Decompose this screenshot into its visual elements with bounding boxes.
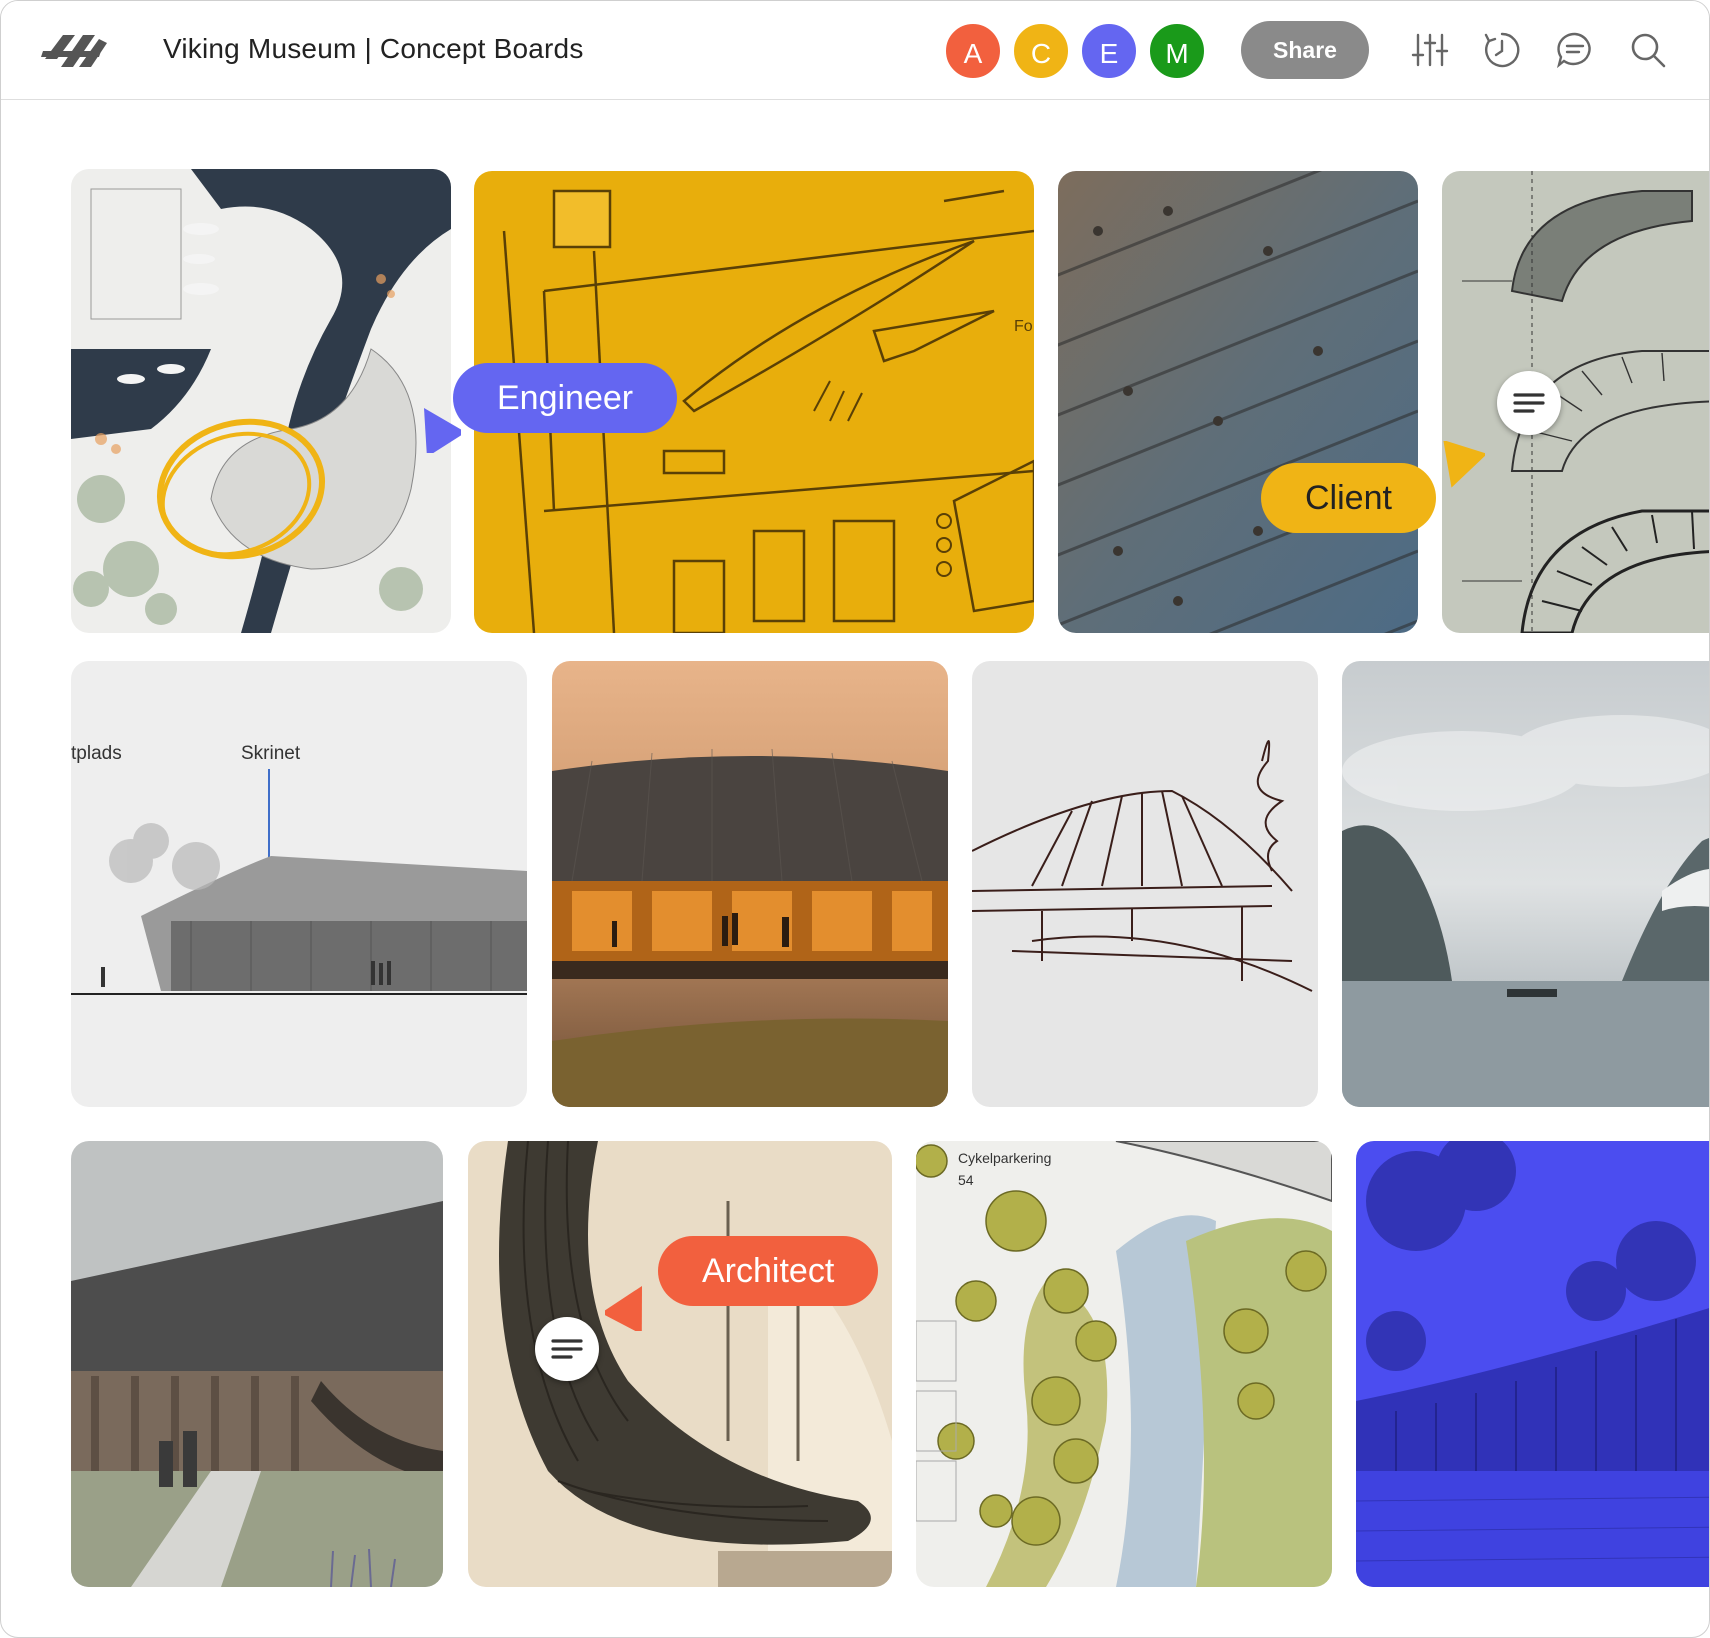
- app-logo-icon[interactable]: [41, 29, 111, 73]
- image-site-plan[interactable]: [71, 169, 451, 633]
- image-building-visitors[interactable]: [71, 1141, 443, 1587]
- image-pen-sketch[interactable]: [972, 661, 1318, 1107]
- client-cursor-icon: [1433, 439, 1488, 493]
- image-arc-structure[interactable]: [1442, 171, 1709, 633]
- section-label-skrinet: Skrinet: [241, 743, 301, 764]
- comment-bubble-icon[interactable]: [535, 1317, 599, 1381]
- history-clock-icon[interactable]: [1483, 31, 1521, 69]
- architect-tag[interactable]: Architect: [658, 1236, 879, 1306]
- plan-label-54: 54: [958, 1172, 974, 1188]
- client-tag[interactable]: Client: [1261, 463, 1436, 533]
- top-bar: Viking Museum | Concept Boards A C E M S…: [1, 1, 1709, 100]
- board-title: Viking Museum | Concept Boards: [163, 33, 584, 64]
- image-viking-ship[interactable]: [468, 1141, 892, 1587]
- comments-icon[interactable]: [1556, 31, 1594, 69]
- image-fjord-photo[interactable]: [1342, 661, 1709, 1107]
- section-label-tplads: tplads: [71, 743, 122, 764]
- comment-bubble-icon[interactable]: [1497, 371, 1561, 435]
- engineer-tag[interactable]: Engineer: [453, 363, 678, 433]
- share-button[interactable]: Share: [1241, 21, 1369, 79]
- avatar-a[interactable]: A: [943, 21, 1003, 81]
- search-icon[interactable]: [1629, 31, 1667, 69]
- avatar-e[interactable]: E: [1079, 21, 1139, 81]
- image-blue-duotone[interactable]: [1356, 1141, 1709, 1587]
- plan-label-cykelparkering: Cykelparkering: [958, 1150, 1051, 1166]
- avatar-m[interactable]: M: [1147, 21, 1207, 81]
- engineer-cursor-icon: [409, 401, 466, 458]
- image-landscape-plan[interactable]: Cykelparkering 54: [916, 1141, 1332, 1587]
- architect-cursor-icon: [600, 1279, 657, 1335]
- image-evening-render[interactable]: [552, 661, 948, 1107]
- image-wood-hull[interactable]: [1058, 171, 1418, 633]
- filter-sliders-icon[interactable]: [1411, 31, 1449, 69]
- plan-label-fo: Fo: [1014, 318, 1033, 335]
- app-window: Viking Museum | Concept Boards A C E M S…: [0, 0, 1710, 1638]
- image-section-drawing[interactable]: tplads Skrinet: [71, 661, 527, 1107]
- avatar-c[interactable]: C: [1011, 21, 1071, 81]
